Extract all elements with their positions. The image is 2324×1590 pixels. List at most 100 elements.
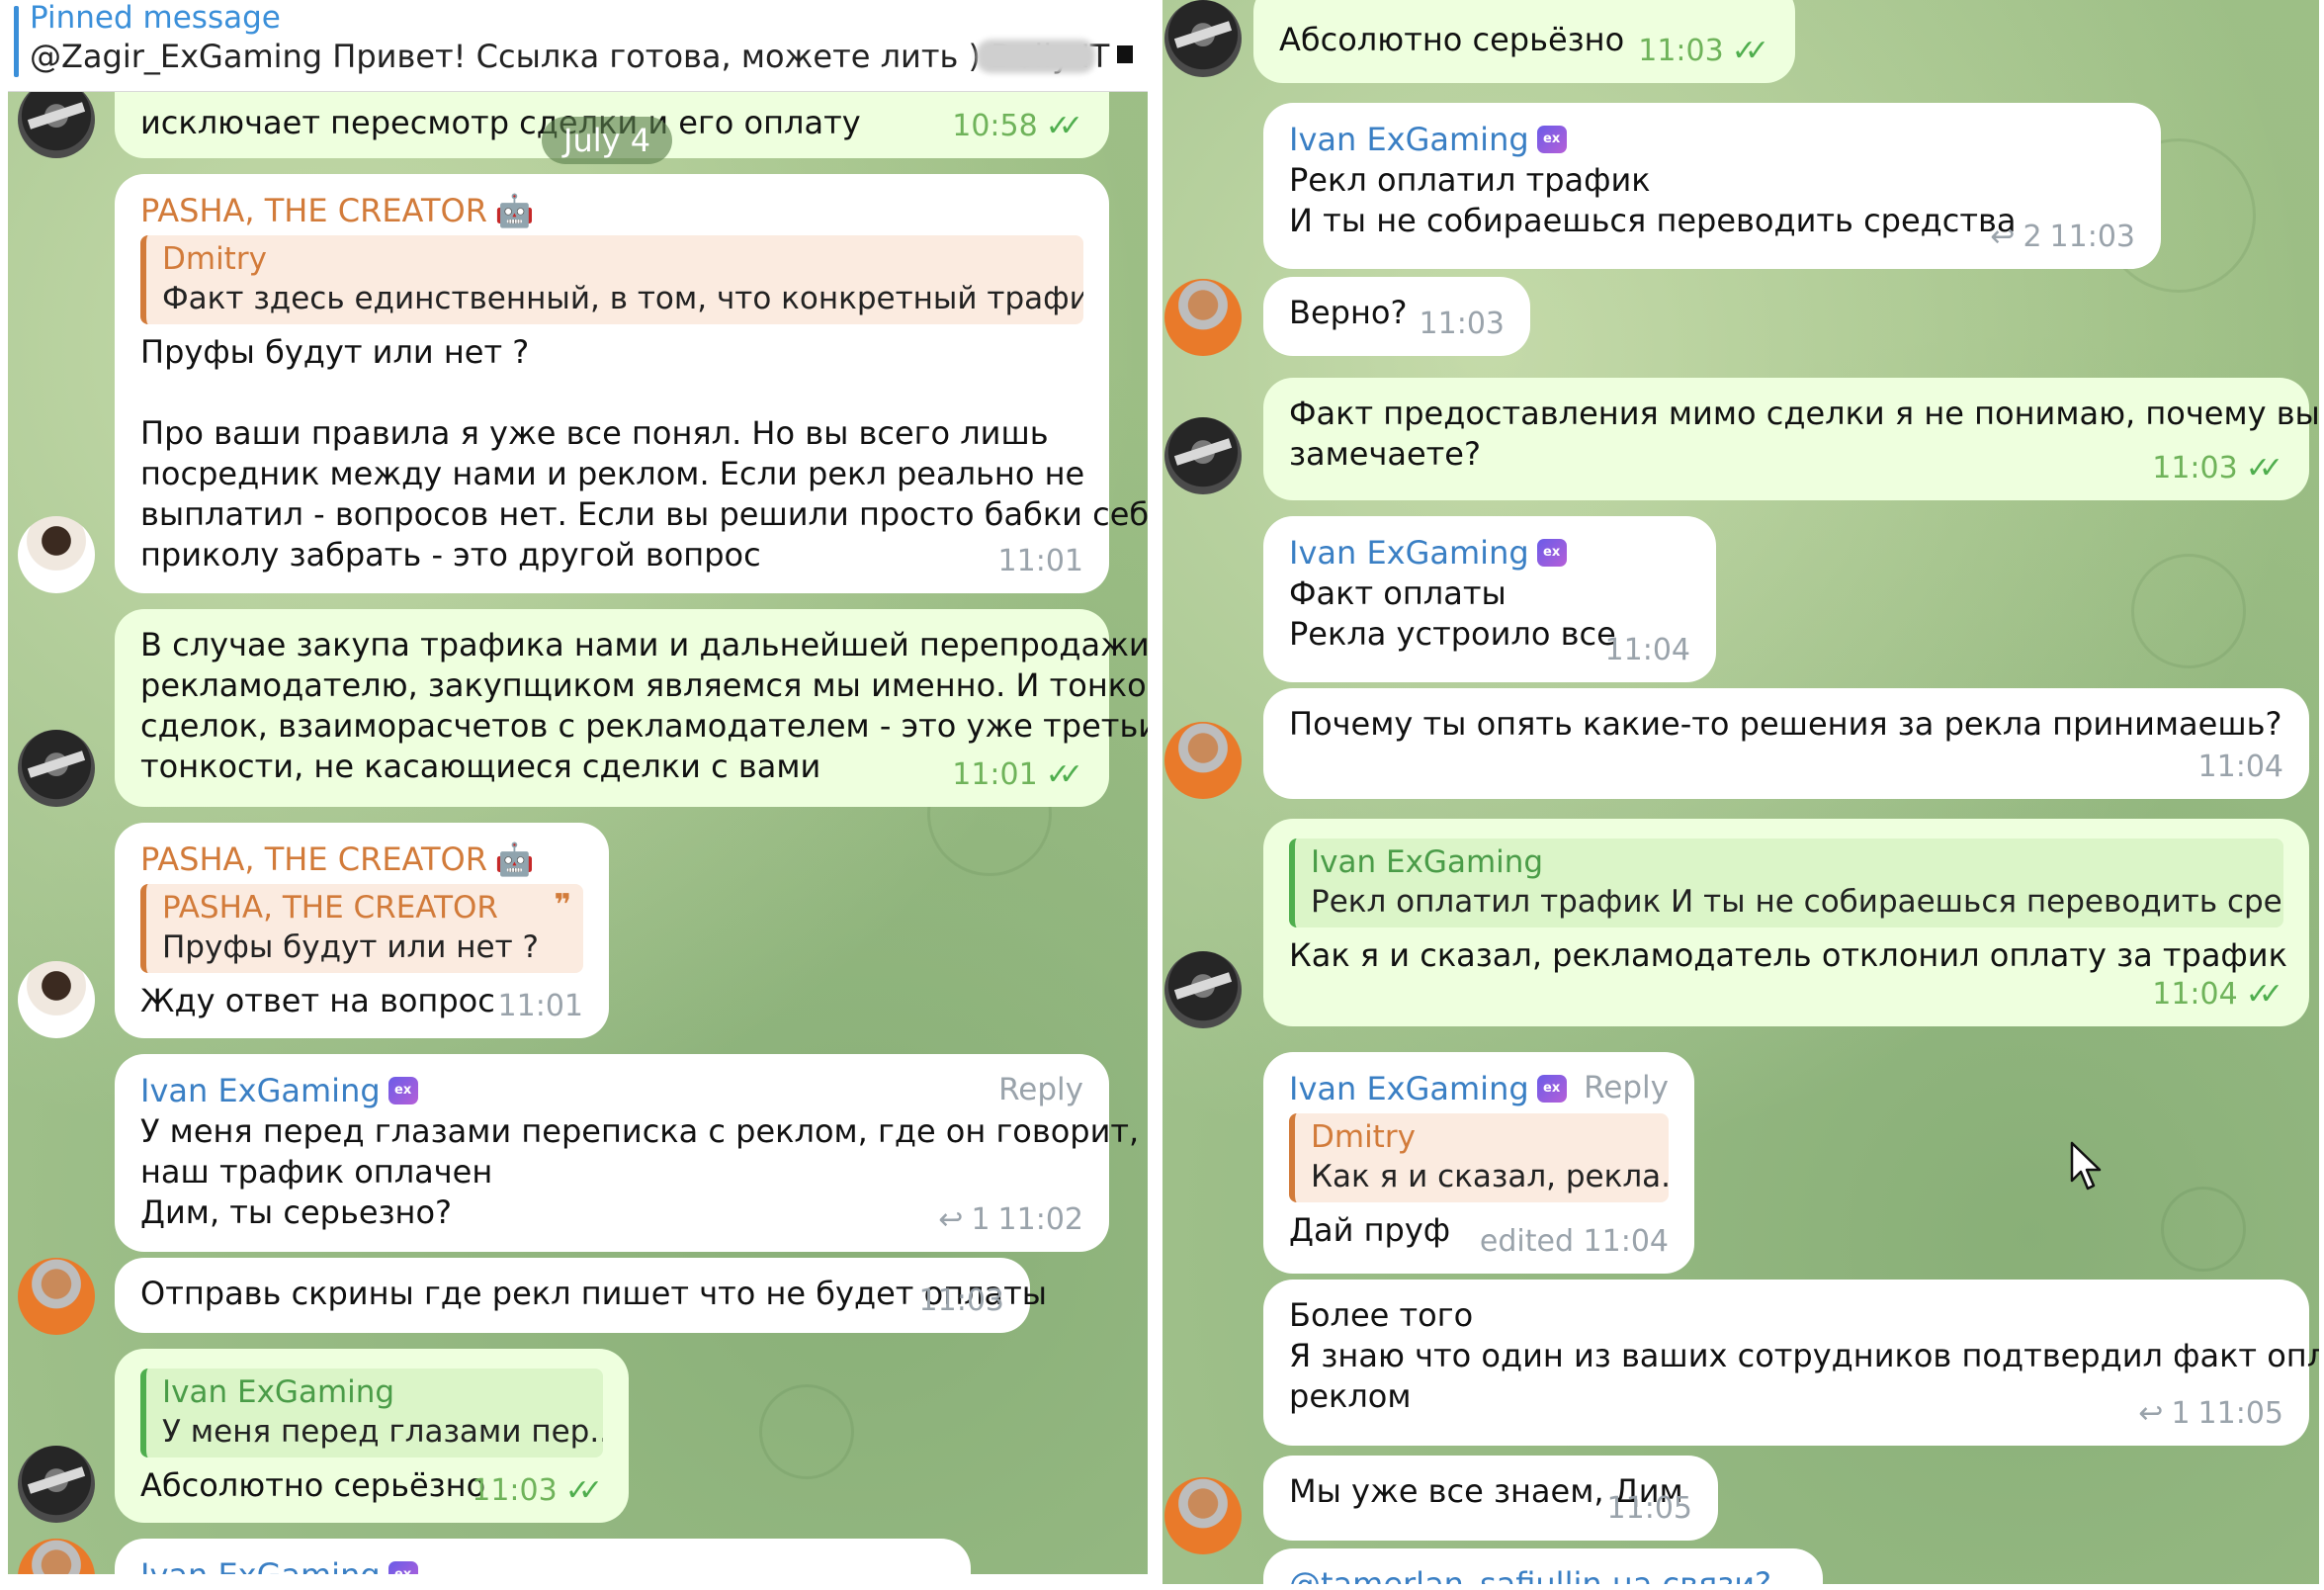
reply-arrow-icon[interactable]: ↩ — [938, 1199, 963, 1240]
avatar[interactable] — [1164, 722, 1242, 799]
chat-panel-left[interactable]: Pinned message @Zagir_ExGaming Привет! С… — [8, 0, 1148, 1574]
avatar[interactable] — [18, 1446, 95, 1523]
message-meta: 11:04 — [2198, 747, 2283, 787]
message-meta: 11:03 ✓✓ — [1638, 31, 1769, 71]
message-bubble[interactable]: Отправь скрины где рекл пишет что не буд… — [115, 1258, 1047, 1333]
exgaming-badge-icon: ex — [1536, 126, 1567, 153]
sender-name-text: Ivan ExGaming — [1289, 121, 1529, 158]
pinned-title: Pinned message — [30, 0, 281, 36]
exgaming-badge-icon: ex — [1536, 1075, 1567, 1103]
message-time: 11:03 — [2049, 220, 2135, 254]
avatar[interactable] — [1164, 279, 1242, 356]
message-text: посредник между нами и реклом. Если рекл… — [140, 455, 1085, 492]
message-time: 11:03 — [2152, 451, 2238, 486]
pinned-message-bar[interactable]: Pinned message @Zagir_ExGaming Привет! С… — [8, 0, 1148, 92]
message-bubble[interactable]: Верно? 11:03 — [1263, 277, 1530, 356]
message-meta: 11:05 — [1607, 1488, 1692, 1529]
message-text: реклом — [1289, 1377, 1412, 1415]
avatar[interactable] — [1164, 951, 1242, 1028]
sender-name-text: PASHA, THE CREATOR — [140, 192, 487, 229]
message-time: 11:01 — [952, 757, 1038, 792]
message-bubble[interactable]: Мы уже все знаем, Дим 11:05 — [1263, 1456, 1718, 1541]
avatar[interactable] — [18, 730, 95, 807]
reply-arrow-icon[interactable]: ↩ — [2138, 1393, 2163, 1434]
sender-name-text: PASHA, THE CREATOR — [140, 840, 487, 878]
sender-name[interactable]: PASHA, THE CREATOR 🤖 — [140, 839, 583, 880]
message-bubble[interactable]: Абсолютно серьёзно 11:03 ✓✓ — [1253, 0, 1795, 83]
exgaming-badge-icon: ex — [387, 1561, 418, 1574]
sender-name[interactable]: Ivan ExGaming ex — [1289, 532, 1690, 574]
background-doodle — [2131, 554, 2246, 668]
reply-quote[interactable]: Dmitry Как я и сказал, рекла... — [1289, 1113, 1669, 1202]
message-time: 10:58 — [952, 109, 1038, 143]
message-meta: edited 11:04 — [1480, 1221, 1669, 1262]
message-meta: 11:03 ✓✓ — [2152, 448, 2283, 488]
reply-count[interactable]: 1 — [2171, 1393, 2190, 1434]
avatar[interactable] — [18, 81, 95, 158]
avatar[interactable] — [18, 961, 95, 1038]
message-bubble[interactable]: Более того Я знаю что один из ваших сотр… — [1263, 1280, 2319, 1446]
message-text: Почему ты опять какие-то решения за рекл… — [1289, 705, 2282, 743]
pin-icon — [14, 6, 19, 77]
message-text: Более того — [1289, 1296, 1474, 1334]
quote-text: Факт здесь единственный, в том, что конк… — [162, 281, 1083, 316]
message-bubble[interactable]: @tamerlan_safiullin на связи? — [1263, 1548, 1823, 1584]
quote-mark-icon: ❞ — [554, 888, 571, 923]
reply-quote[interactable]: Dmitry Факт здесь единственный, в том, ч… — [140, 235, 1083, 324]
message-bubble[interactable]: Почему ты опять какие-то решения за рекл… — [1263, 688, 2309, 799]
reply-quote[interactable]: PASHA, THE CREATOR Пруфы будут или нет ?… — [140, 884, 583, 973]
avatar[interactable] — [1164, 0, 1242, 77]
reply-button[interactable]: Reply — [1584, 1068, 1669, 1108]
quote-sender: Ivan ExGaming — [162, 1374, 395, 1410]
message-bubble[interactable]: Ivan ExGaming У меня перед глазами пер..… — [115, 1349, 629, 1523]
message-bubble[interactable]: PASHA, THE CREATOR 🤖 Dmitry Факт здесь е… — [115, 174, 1148, 593]
sender-name-text: Ivan ExGaming — [140, 1072, 381, 1109]
message-text: замечаете? — [1289, 435, 1481, 473]
message-bubble[interactable]: Ivan ExGaming ex Reply Dmitry Как я и ск… — [1263, 1052, 1694, 1274]
double-check-icon: ✓✓ — [2245, 977, 2283, 1012]
avatar[interactable] — [18, 1539, 95, 1574]
reply-quote[interactable]: Ivan ExGaming Рекл оплатил трафик И ты н… — [1289, 839, 2283, 928]
message-meta: ↩ 1 11:02 — [938, 1199, 1083, 1240]
exgaming-badge-icon: ex — [387, 1077, 418, 1104]
reply-count[interactable]: 1 — [971, 1199, 990, 1240]
redacted-text — [977, 40, 1095, 73]
quote-text: Рекл оплатил трафик И ты не собираешься … — [1311, 884, 2283, 920]
sender-name[interactable]: Ivan ExGaming ex — [140, 1554, 945, 1574]
avatar[interactable] — [18, 516, 95, 593]
message-bubble[interactable]: Ivan ExGaming Рекл оплатил трафик И ты н… — [1263, 819, 2309, 1026]
date-separator: July 4 — [542, 117, 673, 164]
avatar[interactable] — [1164, 417, 1242, 494]
chat-panel-right[interactable]: Абсолютно серьёзно 11:03 ✓✓ Ivan ExGamin… — [1162, 0, 2319, 1584]
message-bubble[interactable]: Ivan ExGaming ex Факт оплаты Рекла устро… — [1263, 516, 1716, 682]
bot-emoji-icon: 🤖 — [494, 192, 535, 229]
quote-text: Пруфы будут или нет ? — [162, 929, 539, 965]
message-bubble[interactable]: В случае закупа трафика нами и дальнейше… — [115, 609, 1148, 807]
message-time: 11:01 — [497, 989, 583, 1023]
message-meta: 11:04 ✓✓ — [2152, 974, 2283, 1015]
message-time: 11:04 — [2152, 977, 2238, 1012]
message-time: 11:03 — [918, 1283, 1004, 1318]
sender-name[interactable]: PASHA, THE CREATOR 🤖 — [140, 190, 1083, 231]
reply-arrow-icon[interactable]: ↩ — [1990, 217, 2015, 257]
message-bubble[interactable]: PASHA, THE CREATOR 🤖 PASHA, THE CREATOR … — [115, 823, 609, 1038]
reply-button[interactable]: Reply — [998, 1070, 1083, 1110]
sender-name[interactable]: Ivan ExGaming ex — [1289, 119, 2135, 160]
avatar[interactable] — [1164, 1477, 1242, 1554]
double-check-icon: ✓✓ — [564, 1473, 603, 1508]
pinned-text: @Zagir_ExGaming Привет! Ссылка готова, м… — [30, 38, 1131, 75]
sender-name[interactable]: Ivan ExGaming ex — [140, 1070, 1083, 1111]
reply-quote[interactable]: Ivan ExGaming У меня перед глазами пер..… — [140, 1369, 603, 1458]
reply-count[interactable]: 2 — [2023, 217, 2041, 257]
avatar[interactable] — [18, 1258, 95, 1335]
message-text: Пруфы будут или нет ? — [140, 333, 530, 371]
double-check-icon: ✓✓ — [1045, 757, 1083, 792]
message-bubble[interactable]: Ivan ExGaming ex — [115, 1539, 971, 1574]
message-bubble[interactable]: Ivan ExGaming ex Reply У меня перед глаз… — [115, 1054, 1148, 1252]
message-bubble[interactable]: Факт предоставления мимо сделки я не пон… — [1263, 378, 2319, 500]
quote-sender: Dmitry — [162, 241, 267, 277]
message-text: рекламодателю, закупщиком являемся мы им… — [140, 666, 1148, 704]
message-text: Факт оплаты — [1289, 574, 1506, 612]
message-bubble[interactable]: Ivan ExGaming ex Рекл оплатил трафик И т… — [1263, 103, 2161, 269]
